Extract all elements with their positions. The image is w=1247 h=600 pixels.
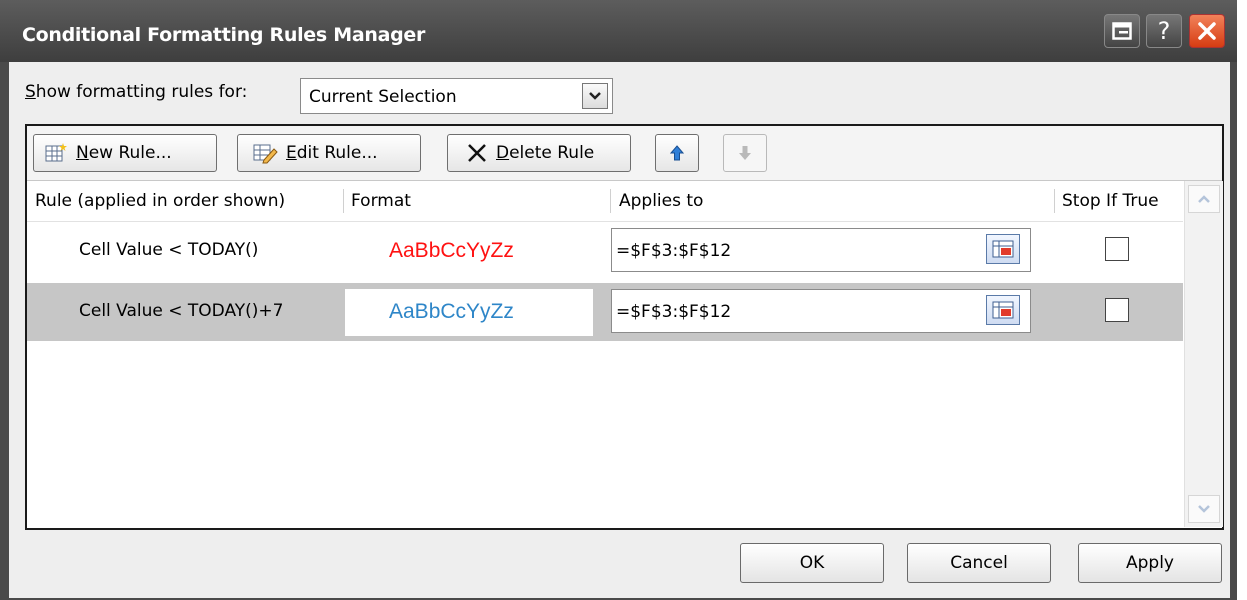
restore-icon xyxy=(1112,22,1132,40)
column-header-stop-if-true[interactable]: Stop If True xyxy=(1062,191,1159,211)
move-up-button[interactable] xyxy=(655,134,699,172)
apply-button[interactable]: Apply xyxy=(1078,543,1222,583)
column-header-applies-to[interactable]: Applies to xyxy=(619,191,703,211)
close-button[interactable] xyxy=(1189,14,1225,48)
delete-rule-button[interactable]: Delete Rule xyxy=(447,134,631,172)
range-select-icon xyxy=(992,301,1014,319)
stop-if-true-checkbox[interactable] xyxy=(1105,298,1129,322)
edit-rule-label-first: E xyxy=(286,143,297,163)
restore-button[interactable] xyxy=(1104,14,1140,48)
scroll-up-button[interactable] xyxy=(1188,185,1220,213)
new-rule-label: New Rule... xyxy=(76,143,172,163)
range-select-button[interactable] xyxy=(986,234,1020,264)
applies-to-value: =$F$3:$F$12 xyxy=(616,302,732,322)
new-rule-label-first: N xyxy=(76,143,89,163)
column-divider[interactable] xyxy=(610,189,611,213)
help-button[interactable]: ? xyxy=(1146,14,1182,48)
format-preview: AaBbCcYyZz xyxy=(345,289,593,336)
rule-row-selected[interactable]: Cell Value < TODAY()+7 AaBbCcYyZz =$F$3:… xyxy=(27,283,1183,341)
applies-to-field[interactable]: =$F$3:$F$12 xyxy=(611,289,1031,333)
rule-description: Cell Value < TODAY() xyxy=(79,240,259,260)
help-icon: ? xyxy=(1157,17,1171,45)
column-divider[interactable] xyxy=(343,189,344,213)
title-bar[interactable]: Conditional Formatting Rules Manager ? xyxy=(0,0,1237,62)
chevron-down-icon xyxy=(589,92,601,100)
column-divider[interactable] xyxy=(1054,189,1055,213)
rule-description: Cell Value < TODAY()+7 xyxy=(79,301,284,321)
arrow-up-icon xyxy=(670,145,684,161)
close-icon xyxy=(1198,22,1216,40)
range-select-icon xyxy=(992,240,1014,258)
applies-to-field[interactable]: =$F$3:$F$12 xyxy=(611,228,1031,272)
move-down-button[interactable] xyxy=(723,134,767,172)
rules-panel: New Rule... Edit Rule... Delete Rule Rul… xyxy=(25,124,1224,530)
edit-rule-label-rest: dit Rule... xyxy=(296,143,378,163)
dropdown-arrow-button[interactable] xyxy=(582,83,608,109)
scroll-down-button[interactable] xyxy=(1188,495,1220,523)
arrow-down-icon xyxy=(739,146,751,160)
show-rules-dropdown[interactable]: Current Selection xyxy=(300,78,613,114)
rules-grid-header: Rule (applied in order shown) Format App… xyxy=(27,181,1183,222)
column-header-rule[interactable]: Rule (applied in order shown) xyxy=(35,191,285,211)
edit-rule-icon xyxy=(253,144,278,164)
vertical-scrollbar[interactable] xyxy=(1184,181,1223,527)
rules-toolbar: New Rule... Edit Rule... Delete Rule xyxy=(27,126,1222,181)
applies-to-value: =$F$3:$F$12 xyxy=(616,241,732,261)
column-header-format[interactable]: Format xyxy=(351,191,411,211)
format-preview-text: AaBbCcYyZz xyxy=(389,239,514,262)
edit-rule-button[interactable]: Edit Rule... xyxy=(237,134,421,172)
delete-rule-label: Delete Rule xyxy=(496,143,594,163)
cancel-button[interactable]: Cancel xyxy=(907,543,1051,583)
new-rule-button[interactable]: New Rule... xyxy=(33,134,217,172)
rule-row[interactable]: Cell Value < TODAY() AaBbCcYyZz =$F$3:$F… xyxy=(27,222,1183,280)
edit-rule-label: Edit Rule... xyxy=(286,143,378,163)
rules-manager-dialog: Conditional Formatting Rules Manager ? S… xyxy=(0,0,1237,600)
window-title: Conditional Formatting Rules Manager xyxy=(22,24,426,46)
range-select-button[interactable] xyxy=(986,295,1020,325)
new-rule-icon xyxy=(45,143,67,162)
show-rules-value: Current Selection xyxy=(309,87,457,107)
delete-rule-label-rest: elete Rule xyxy=(509,143,595,163)
new-rule-label-rest: ew Rule... xyxy=(88,143,172,163)
show-rules-label: Show formatting rules for: xyxy=(25,82,247,102)
chevron-down-icon xyxy=(1198,505,1210,513)
delete-x-icon xyxy=(468,144,486,162)
delete-rule-label-first: D xyxy=(496,143,510,163)
dialog-client: Show formatting rules for: Current Selec… xyxy=(9,62,1230,598)
format-preview-text: AaBbCcYyZz xyxy=(389,300,514,323)
chevron-up-icon xyxy=(1198,195,1210,203)
format-preview: AaBbCcYyZz xyxy=(345,228,593,275)
stop-if-true-checkbox[interactable] xyxy=(1105,237,1129,261)
ok-button[interactable]: OK xyxy=(740,543,884,583)
show-rules-label-first: S xyxy=(25,82,36,102)
show-rules-label-rest: how formatting rules for: xyxy=(35,82,248,102)
